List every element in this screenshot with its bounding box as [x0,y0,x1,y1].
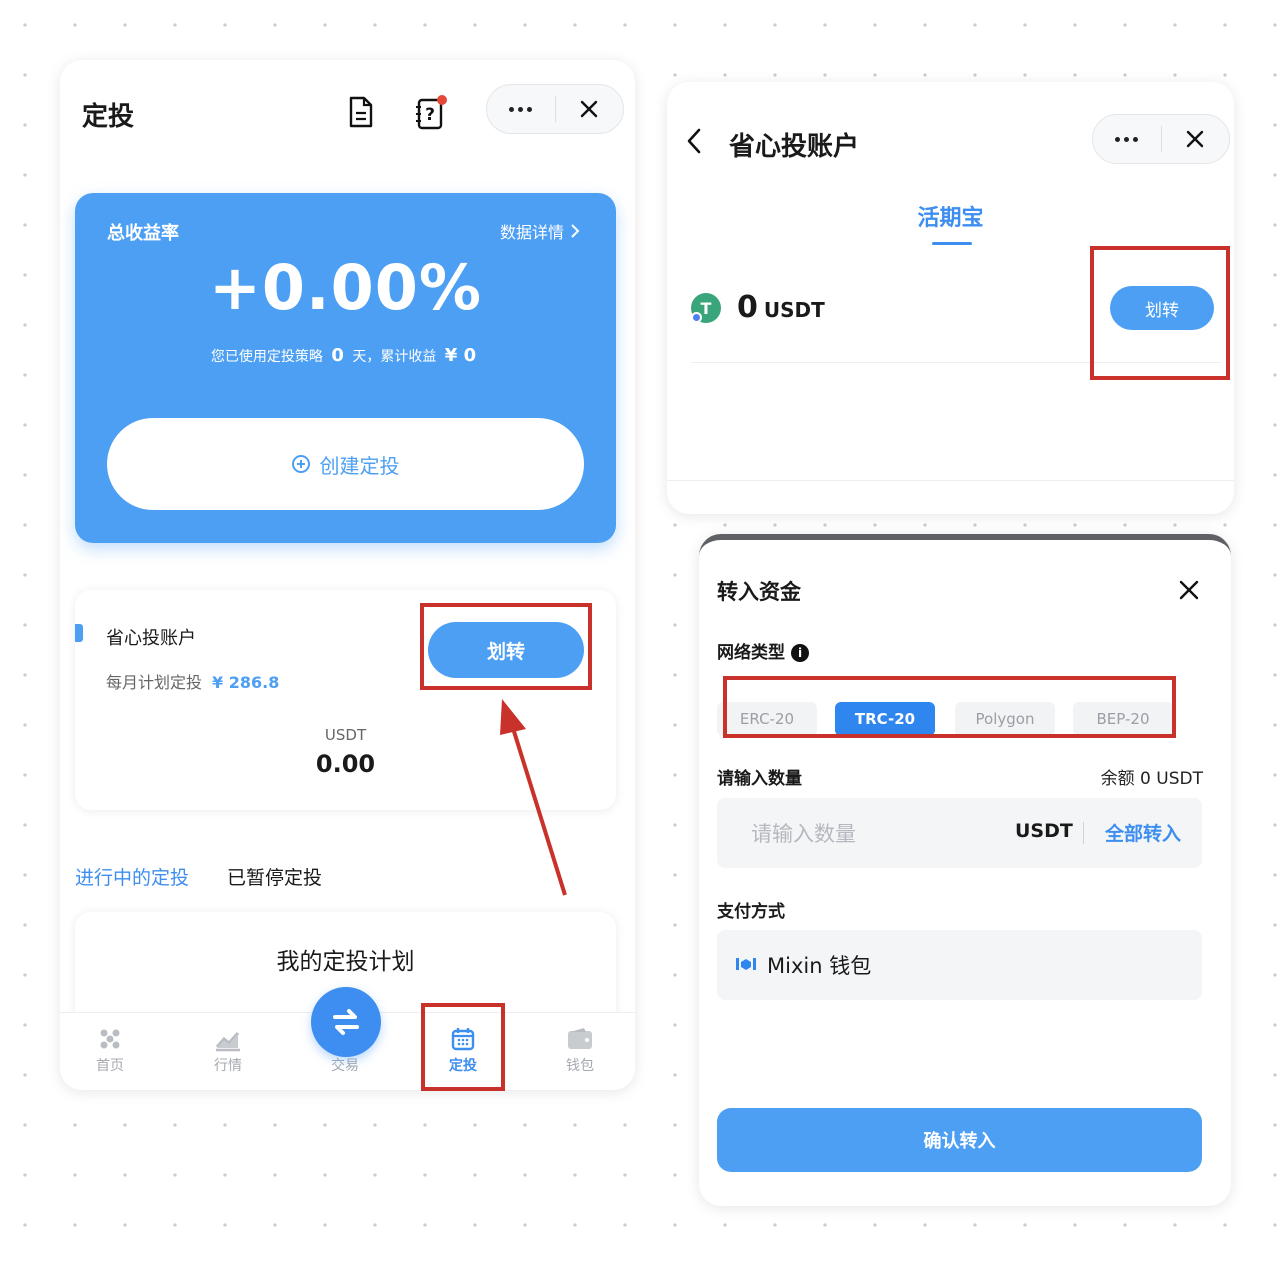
tab-underline [932,242,972,245]
return-rate-label: 总收益率 [107,223,179,244]
account-name: 省心投账户 [106,628,196,649]
highlight-box-nav-dca [421,1003,505,1091]
cumulative-earnings: ¥ 0 [444,345,477,366]
page-title: 省心投账户 [729,132,860,162]
dca-page: 定投 ? 总收益率 数据详情 +0.00% 您已使用定投策略 0 天，累计收益 … [60,60,635,1090]
more-icon[interactable] [1093,115,1161,163]
transfer-in-sheet: 转入资金 网络类型 i ERC-20 TRC-20 Polygon BEP-20 … [699,534,1231,1206]
chevron-right-icon [571,224,580,238]
usage-days: 0 [331,345,344,366]
amount-input[interactable]: 请输入数量 USDT 全部转入 [717,798,1202,868]
amount-unit: USDT [1015,820,1073,842]
payment-method-label: 支付方式 [717,902,785,922]
highlight-box-transfer [1090,246,1230,380]
usage-prefix: 您已使用定投策略 [210,349,323,365]
highlight-box-networks [723,676,1176,738]
info-icon[interactable]: i [791,644,809,662]
highlight-box-transfer [420,603,592,690]
available-balance: 余额 0 USDT [1100,769,1203,789]
nav-trade-label: 交易 [331,1058,359,1074]
amount-label: 请输入数量 [717,769,802,789]
confirm-transfer-button[interactable]: 确认转入 [717,1108,1202,1172]
tab-active-dca[interactable]: 进行中的定投 [75,863,189,890]
data-detail-label: 数据详情 [499,223,564,242]
close-icon[interactable] [1162,115,1230,163]
network-type-label: 网络类型 i [717,638,809,663]
my-plans-title: 我的定投计划 [276,949,415,975]
nav-home-label: 首页 [96,1058,124,1074]
amount-placeholder: 请输入数量 [751,822,856,846]
mixin-logo-icon [736,958,756,970]
monthly-plan-label: 每月计划定投 [106,673,203,692]
home-icon [100,1029,120,1049]
create-dca-button[interactable]: 创建定投 [107,418,584,510]
return-summary-card: 总收益率 数据详情 +0.00% 您已使用定投策略 0 天，累计收益 ¥ 0 创… [75,193,616,543]
tab-paused-dca[interactable]: 已暂停定投 [227,863,322,890]
help-icon[interactable]: ? [412,92,452,132]
wallet-icon [568,1028,592,1049]
return-rate-value: +0.00% [208,251,483,324]
more-icon[interactable] [487,85,555,133]
usage-mid: 天，累计收益 [352,349,437,365]
document-icon[interactable] [344,94,378,130]
nav-market[interactable]: 行情 [178,1023,278,1075]
plus-circle-icon [291,455,310,473]
accent-bar [75,624,83,642]
nav-market-label: 行情 [214,1058,242,1074]
nav-home[interactable]: 首页 [60,1023,160,1075]
usdt-balance: 0 USDT [737,290,825,325]
nav-trade[interactable]: 交易 [295,1055,395,1075]
mini-program-capsule [1092,114,1230,164]
data-detail-link[interactable]: 数据详情 [500,219,580,243]
nav-wallet[interactable]: 钱包 [530,1023,630,1075]
usage-summary: 您已使用定投策略 0 天，累计收益 ¥ 0 [75,345,616,366]
divider [1083,822,1084,844]
usdt-balance-amount: 0 [737,290,758,325]
monthly-plan: 每月计划定投 ¥ 286.8 [106,669,279,693]
transfer-all-button[interactable]: 全部转入 [1105,819,1181,846]
close-icon[interactable] [556,85,624,133]
close-icon[interactable] [1175,576,1203,604]
swap-icon [333,1009,359,1035]
divider [667,480,1234,481]
network-type-text: 网络类型 [717,643,785,663]
nav-wallet-label: 钱包 [566,1058,594,1074]
tab-current-savings[interactable]: 活期宝 [667,200,1234,232]
trend-icon [215,1031,240,1052]
chain-badge-icon [691,312,702,323]
back-icon[interactable] [679,126,709,156]
create-dca-label: 创建定投 [319,453,400,478]
payment-method-value: Mixin 钱包 [767,954,872,978]
svg-text:?: ? [425,105,435,125]
trade-fab-button[interactable] [311,987,381,1057]
monthly-plan-amount: ¥ 286.8 [212,673,280,692]
usdt-balance-unit: USDT [763,298,825,322]
page-title: 定投 [82,102,135,132]
dca-tabs: 进行中的定投 已暂停定投 [75,863,322,890]
annotation-arrow [500,699,567,896]
sheet-title: 转入资金 [717,580,801,604]
mini-program-capsule [486,84,624,134]
payment-method-select[interactable]: Mixin 钱包 [717,930,1202,1000]
